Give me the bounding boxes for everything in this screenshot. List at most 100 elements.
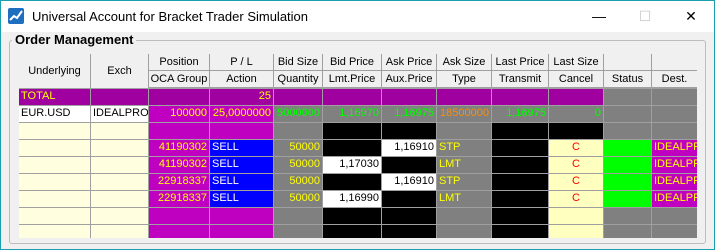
cell-blank-underlying: [19, 123, 90, 139]
cell-market-position: 100000: [149, 106, 209, 122]
cell-blank-last-price: [492, 208, 548, 224]
cell-order-last-size[interactable]: C: [549, 140, 603, 156]
cell-order-last-size[interactable]: C: [549, 157, 603, 173]
cell-order-last-size[interactable]: C: [549, 191, 603, 207]
cell-order-position: 41190302: [149, 140, 209, 156]
col-subheader-ask-price[interactable]: Aux.Price: [382, 71, 436, 87]
col-subheader-ask-size[interactable]: Type: [437, 71, 491, 87]
cell-market-last-size: 0: [549, 106, 603, 122]
cell-order-dest[interactable]: IDEALPRO: [652, 140, 697, 156]
cell-order-bid-size[interactable]: 50000: [274, 174, 322, 190]
cell-order-bid-price[interactable]: [323, 174, 381, 190]
col-subheader-last-price[interactable]: Transmit: [492, 71, 548, 87]
cell-order-ask-price[interactable]: 1,16910: [382, 174, 436, 190]
col-header-ask-price[interactable]: Ask Price: [382, 54, 436, 70]
minimize-button[interactable]: —: [576, 1, 622, 32]
cell-blank-last-price: [492, 123, 548, 139]
cell-blank-bid-size: [274, 225, 322, 238]
cell-blank-pl: [210, 225, 273, 238]
cell-order-ask-price[interactable]: 1,16910: [382, 140, 436, 156]
cell-total-status: [604, 89, 651, 105]
cell-market-exch[interactable]: IDEALPRO: [91, 106, 148, 122]
cell-market-last-price: 1,16975: [492, 106, 548, 122]
cell-order-bid-size[interactable]: 50000: [274, 191, 322, 207]
cell-order-ask-price[interactable]: [382, 191, 436, 207]
cell-order-exch: [91, 157, 148, 173]
cell-blank-position: [149, 208, 209, 224]
cell-order-pl[interactable]: SELL: [210, 174, 273, 190]
cell-order-bid-size[interactable]: 50000: [274, 157, 322, 173]
col-header-status[interactable]: [604, 54, 651, 70]
cell-blank-position: [149, 123, 209, 139]
cell-order-ask-size[interactable]: LMT: [437, 191, 491, 207]
cell-blank-status: [604, 208, 651, 224]
cell-order-bid-price[interactable]: 1,16990: [323, 191, 381, 207]
col-subheader-bid-size[interactable]: Quantity: [274, 71, 322, 87]
cell-blank-ask-size: [437, 225, 491, 238]
cell-market-dest: [652, 106, 697, 122]
cell-market-bid-size: 5000000: [274, 106, 322, 122]
cell-order-last-price: [492, 140, 548, 156]
cell-total-ask-price: [382, 89, 436, 105]
cell-order-pl[interactable]: SELL: [210, 157, 273, 173]
col-subheader-last-size[interactable]: Cancel: [549, 71, 603, 87]
col-header-underlying[interactable]: Underlying: [19, 54, 90, 88]
col-header-bid-price[interactable]: Bid Price: [323, 54, 381, 70]
cell-order-dest[interactable]: IDEALPRO: [652, 191, 697, 207]
cell-total-last-size: [549, 89, 603, 105]
cell-order-bid-price[interactable]: [323, 140, 381, 156]
cell-order-pl[interactable]: SELL: [210, 191, 273, 207]
cell-market-underlying[interactable]: EUR.USD: [19, 106, 90, 122]
col-subheader-pl[interactable]: Action: [210, 71, 273, 87]
close-button[interactable]: ✕: [668, 1, 714, 32]
cell-order-status: [604, 140, 651, 156]
cell-blank-exch: [91, 123, 148, 139]
cell-total-underlying: TOTAL: [19, 89, 90, 105]
cell-order-dest[interactable]: IDEALPRO: [652, 174, 697, 190]
col-header-last-size[interactable]: Last Size: [549, 54, 603, 70]
cell-order-position: 22918337: [149, 191, 209, 207]
cell-blank-dest: [652, 225, 697, 238]
cell-order-ask-price[interactable]: [382, 157, 436, 173]
cell-blank-position: [149, 225, 209, 238]
cell-order-ask-size[interactable]: STP: [437, 140, 491, 156]
col-subheader-bid-price[interactable]: Lmt.Price: [323, 71, 381, 87]
title-bar: Universal Account for Bracket Trader Sim…: [1, 1, 714, 32]
col-header-bid-size[interactable]: Bid Size: [274, 54, 322, 70]
col-header-dest[interactable]: [652, 54, 697, 70]
cell-order-pl[interactable]: SELL: [210, 140, 273, 156]
cell-order-dest[interactable]: IDEALPRO: [652, 157, 697, 173]
cell-order-ask-size[interactable]: LMT: [437, 157, 491, 173]
col-header-position[interactable]: Position: [149, 54, 209, 70]
cell-blank-bid-size: [274, 123, 322, 139]
cell-blank-underlying: [19, 208, 90, 224]
cell-blank-exch: [91, 225, 148, 238]
col-header-exch[interactable]: Exch: [91, 54, 148, 88]
col-header-last-price[interactable]: Last Price: [492, 54, 548, 70]
cell-order-status: [604, 157, 651, 173]
cell-order-underlying: [19, 140, 90, 156]
cell-order-underlying: [19, 174, 90, 190]
cell-blank-ask-size: [437, 123, 491, 139]
cell-blank-last-size: [549, 225, 603, 238]
col-header-pl[interactable]: P / L: [210, 54, 273, 70]
cell-blank-pl: [210, 208, 273, 224]
col-subheader-status[interactable]: Status: [604, 71, 651, 87]
cell-total-exch: [91, 89, 148, 105]
maximize-button[interactable]: ☐: [622, 1, 668, 32]
cell-total-pl: 25: [210, 89, 273, 105]
col-subheader-position[interactable]: OCA Group: [149, 71, 209, 87]
cell-market-bid-price: 1,16970: [323, 106, 381, 122]
col-header-ask-size[interactable]: Ask Size: [437, 54, 491, 70]
cell-order-bid-size[interactable]: 50000: [274, 140, 322, 156]
cell-order-underlying: [19, 157, 90, 173]
cell-order-bid-price[interactable]: 1,17030: [323, 157, 381, 173]
cell-order-last-price: [492, 191, 548, 207]
cell-total-ask-size: [437, 89, 491, 105]
group-title: Order Management: [12, 32, 137, 47]
cell-order-ask-size[interactable]: STP: [437, 174, 491, 190]
cell-order-last-size[interactable]: C: [549, 174, 603, 190]
cell-order-position: 41190302: [149, 157, 209, 173]
cell-blank-last-size: [549, 123, 603, 139]
col-subheader-dest[interactable]: Dest.: [652, 71, 697, 87]
